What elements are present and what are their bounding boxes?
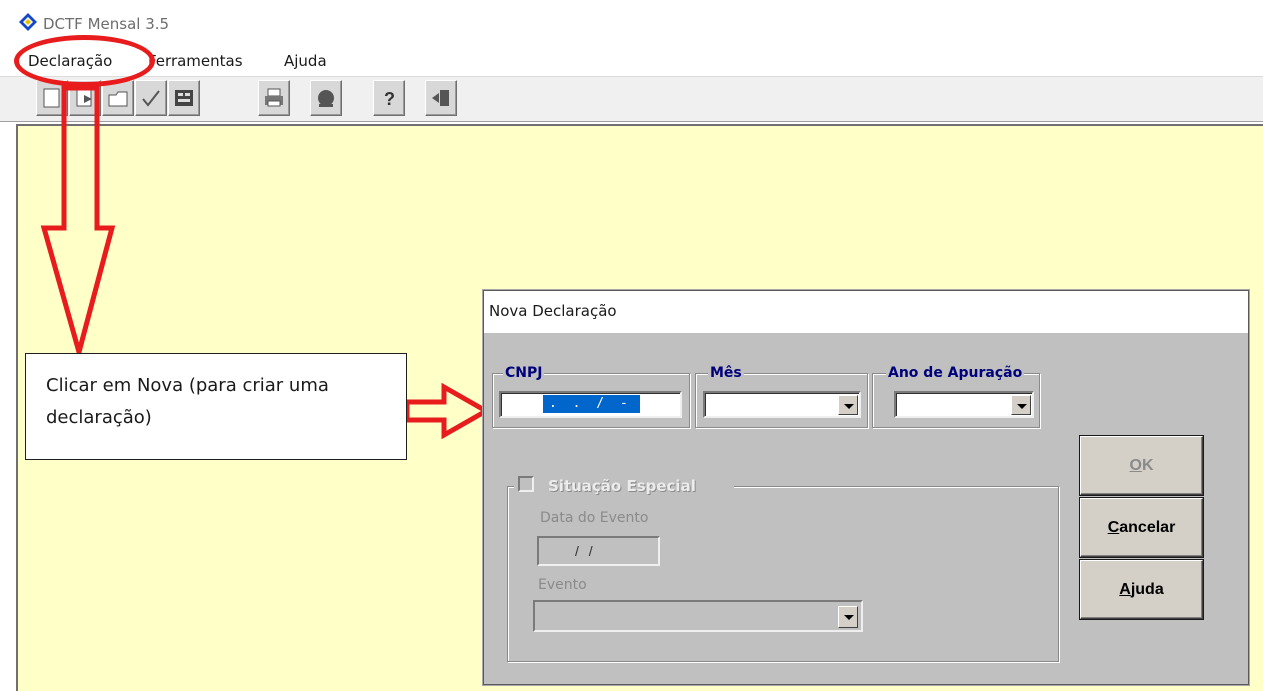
data-evento-input[interactable]: / / <box>537 536 660 566</box>
cnpj-label: CNPJ <box>503 365 545 381</box>
data-evento-value: / / <box>575 543 596 559</box>
evento-dropdown-button[interactable] <box>838 606 858 628</box>
evento-select[interactable] <box>533 600 863 632</box>
ano-dropdown-button[interactable] <box>1011 395 1031 415</box>
data-evento-label: Data do Evento <box>540 510 649 526</box>
dialog-title: Nova Declaração <box>489 302 617 320</box>
ok-button[interactable]: OK <box>1080 436 1203 495</box>
mes-dropdown-button[interactable] <box>838 395 858 415</box>
situacao-especial-checkbox[interactable] <box>518 476 534 492</box>
annotation-down-arrow <box>40 85 116 362</box>
instruction-callout: Clicar em Nova (para criar uma declaraçã… <box>25 353 407 460</box>
mes-label: Mês <box>708 365 744 381</box>
evento-label: Evento <box>538 577 587 593</box>
cancelar-button[interactable]: Cancelar <box>1080 498 1203 557</box>
situacao-especial-label: Situação Especial <box>548 477 696 495</box>
ajuda-button[interactable]: Ajuda <box>1080 560 1203 619</box>
ano-label: Ano de Apuração <box>886 365 1025 381</box>
annotation-right-arrow <box>404 382 492 440</box>
cnpj-input-mask: . . / - <box>543 395 640 413</box>
